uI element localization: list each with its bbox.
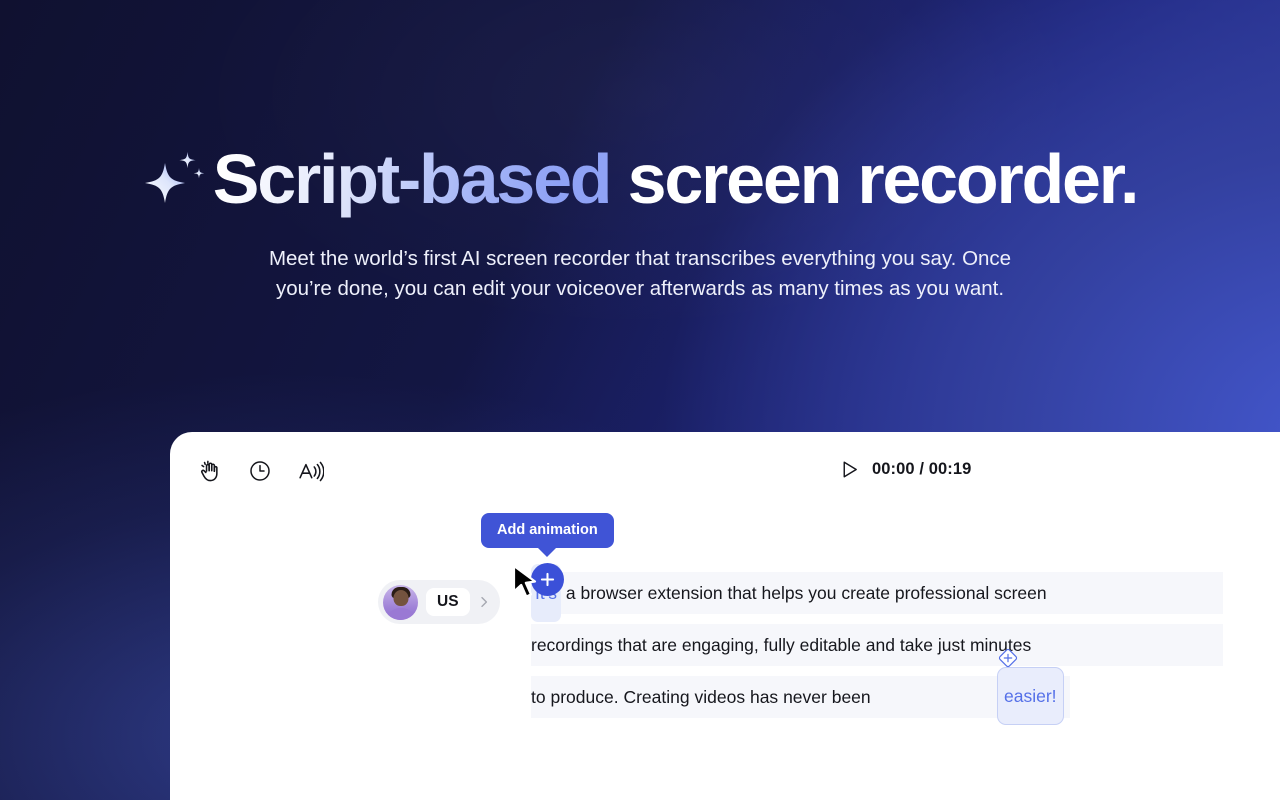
clock-icon[interactable] [246, 457, 274, 485]
play-icon[interactable] [838, 458, 860, 480]
plus-icon [540, 572, 555, 587]
transcript-line-3-text: to produce. Creating videos has never be… [531, 676, 871, 718]
language-badge[interactable]: US [426, 588, 470, 616]
page-title: Script-based screen recorder. [0, 137, 1280, 221]
speaker-chip[interactable]: US [378, 580, 500, 624]
transcript-word[interactable]: to [531, 676, 546, 718]
transcript-word[interactable]: Creating [623, 676, 689, 718]
app-toolbar: 00:00 / 00:19 [170, 432, 1280, 512]
hand-icon[interactable] [196, 457, 224, 485]
transcript-line-2-text: recordings that are engaging, fully edit… [531, 624, 1031, 666]
transcript-word[interactable]: extension [648, 572, 723, 614]
transcript-word[interactable]: videos [695, 676, 746, 718]
transcript-word[interactable]: fully [764, 624, 795, 666]
transcript-word[interactable]: editable [800, 624, 861, 666]
transcript-word[interactable]: you [808, 572, 836, 614]
diamond-plus-icon[interactable] [997, 647, 1019, 669]
transcript-word[interactable]: engaging, [682, 624, 759, 666]
chevron-right-icon[interactable] [478, 596, 490, 608]
transcript-word[interactable]: just [938, 624, 965, 666]
transcript-word[interactable]: and [866, 624, 895, 666]
hero-subtitle: Meet the world’s first AI screen recorde… [268, 247, 1012, 300]
transcript-word[interactable]: are [652, 624, 677, 666]
time-display: 00:00 / 00:19 [872, 459, 972, 478]
transcript-editor[interactable]: It’s a browser extension that helps you … [531, 564, 1223, 728]
transcript-word[interactable]: screen [994, 572, 1047, 614]
transcript-word[interactable]: produce. [550, 676, 618, 718]
transcript-word[interactable]: create [841, 572, 890, 614]
transcript-word[interactable]: helps [762, 572, 804, 614]
headline-highlight: Script-based [212, 140, 613, 218]
transcript-word[interactable]: never [783, 676, 827, 718]
headline-rest: screen recorder. [610, 140, 1140, 218]
transcript-word[interactable]: has [750, 676, 778, 718]
transcript-line[interactable]: It’s a browser extension that helps you … [531, 564, 1223, 622]
sparkle-icon [143, 145, 205, 207]
transcript-word[interactable]: browser [581, 572, 643, 614]
app-window: 00:00 / 00:19 Add animation US It’s a br… [170, 432, 1280, 800]
transcript-word[interactable]: that [727, 572, 756, 614]
voice-icon[interactable] [296, 457, 324, 485]
transcript-word[interactable]: a [566, 572, 576, 614]
avatar [383, 584, 418, 620]
transcript-line[interactable]: to produce. Creating videos has never be… [531, 648, 1070, 725]
transcript-word[interactable]: professional [895, 572, 989, 614]
toolbar-tools [196, 457, 324, 485]
playback-controls: 00:00 / 00:19 [838, 458, 971, 480]
transcript-word[interactable]: recordings [531, 624, 613, 666]
transcript-line-1-text: a browser extension that helps you creat… [566, 572, 1047, 614]
transcript-word[interactable]: been [832, 676, 871, 718]
add-animation-tooltip: Add animation [481, 513, 614, 548]
transcript-word[interactable]: that [618, 624, 647, 666]
add-animation-button[interactable] [531, 563, 564, 596]
transcript-line[interactable]: recordings that are engaging, fully edit… [531, 624, 1223, 666]
transcript-highlight-last[interactable]: easier! [997, 667, 1064, 725]
transcript-word[interactable]: take [900, 624, 933, 666]
